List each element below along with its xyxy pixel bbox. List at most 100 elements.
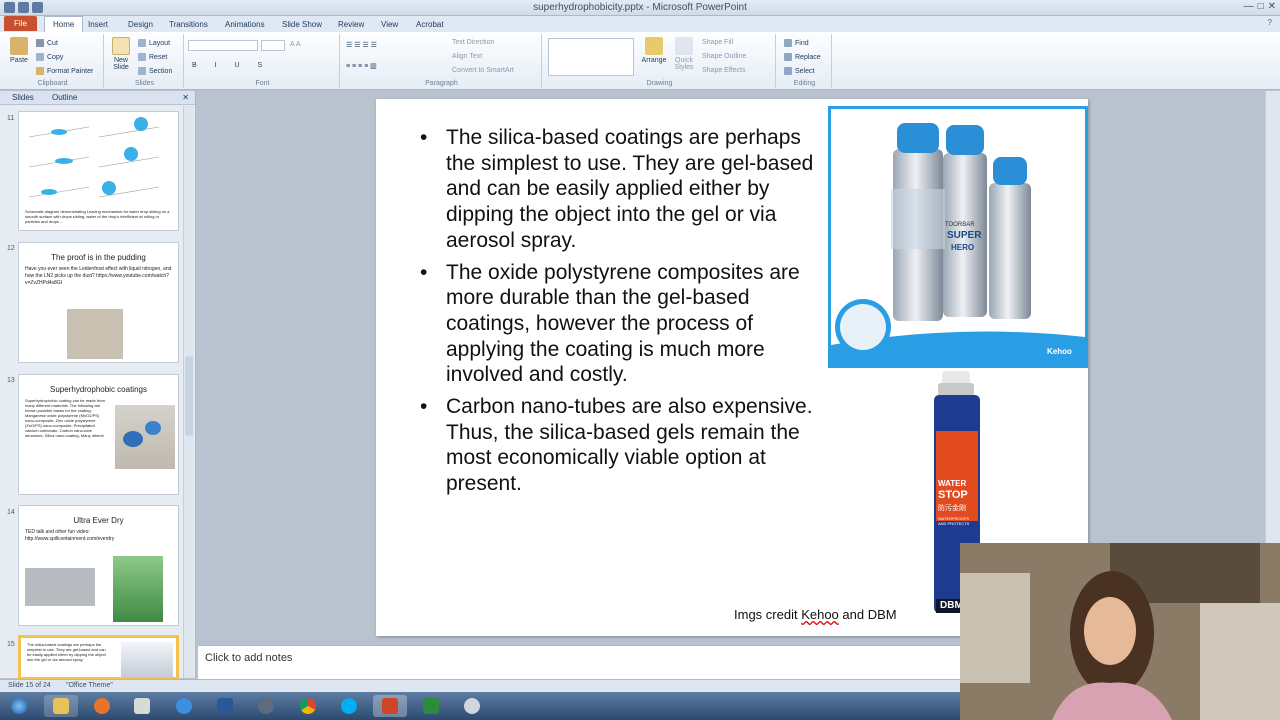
bullet-3: Carbon nano-tubes are also expensive. Th… bbox=[418, 394, 818, 497]
brush-icon bbox=[36, 67, 44, 75]
align-buttons[interactable]: ≡ ≡ ≡ ≡ ▥ bbox=[346, 62, 377, 70]
tab-slides[interactable]: Slides bbox=[12, 93, 34, 102]
tab-insert[interactable]: Insert bbox=[82, 18, 114, 31]
shape-effects-button[interactable]: Shape Effects bbox=[702, 67, 745, 74]
list-buttons[interactable]: ☰ ☰ ☰ ☰ bbox=[346, 41, 377, 49]
ribbon: Paste Cut Copy Format Painter Clipboard … bbox=[0, 32, 1280, 90]
reset-button[interactable]: Reset bbox=[138, 53, 167, 61]
paste-button[interactable]: Paste bbox=[6, 37, 32, 64]
taskbar-skype[interactable] bbox=[332, 695, 366, 717]
maximize-icon[interactable]: □ bbox=[1258, 1, 1264, 12]
scrollbar-thumb[interactable] bbox=[185, 356, 193, 436]
slide-thumbnail-13[interactable]: Superhydrophobic coatings Superhydrophob… bbox=[18, 374, 179, 495]
select-icon bbox=[784, 67, 792, 75]
arrange-icon bbox=[645, 37, 663, 55]
tab-slide-show[interactable]: Slide Show bbox=[276, 18, 328, 31]
copy-button[interactable]: Copy bbox=[36, 53, 63, 61]
tab-animations[interactable]: Animations bbox=[219, 18, 271, 31]
slide-number: 15 bbox=[7, 641, 15, 648]
taskbar-powerpoint[interactable] bbox=[373, 695, 407, 717]
tab-transitions[interactable]: Transitions bbox=[163, 18, 214, 31]
slide-number: 14 bbox=[7, 509, 15, 516]
taskbar-explorer[interactable] bbox=[44, 695, 78, 717]
slide-counter: Slide 15 of 24 bbox=[8, 682, 51, 689]
layout-button[interactable]: Layout bbox=[138, 39, 170, 47]
replace-icon bbox=[784, 53, 792, 61]
bullet-2: The oxide polystyrene composites are mor… bbox=[418, 260, 818, 389]
align-text-button[interactable]: Align Text bbox=[452, 53, 482, 60]
tab-file[interactable]: File bbox=[4, 16, 37, 31]
spray-cans-image[interactable]: TOORBAR SUPER HERO Kehoo bbox=[828, 106, 1088, 368]
slides-group: New Slide Layout Reset Section Slides bbox=[106, 34, 184, 88]
dust-photo bbox=[67, 309, 123, 359]
layout-icon bbox=[138, 39, 146, 47]
new-slide-icon bbox=[112, 37, 130, 55]
taskbar-recorder[interactable] bbox=[455, 695, 489, 717]
tab-view[interactable]: View bbox=[375, 18, 404, 31]
slide-11-caption: Schematic diagram demonstrating Leaving … bbox=[25, 209, 170, 224]
taskbar-firefox[interactable] bbox=[85, 695, 119, 717]
text-direction-button[interactable]: Text Direction bbox=[452, 39, 494, 46]
taskbar-media[interactable] bbox=[125, 695, 159, 717]
tab-outline[interactable]: Outline bbox=[52, 93, 77, 102]
editor-scrollbar[interactable] bbox=[1265, 91, 1280, 543]
start-button[interactable] bbox=[2, 695, 36, 717]
close-icon[interactable]: ✕ bbox=[1268, 1, 1276, 12]
window-title: superhydrophobicity.pptx - Microsoft Pow… bbox=[533, 2, 747, 13]
slides-pane: Slides Outline ✕ 11 Schematic diagram de… bbox=[0, 91, 196, 680]
can-label-brand: SUPER bbox=[947, 230, 982, 241]
font-format-buttons[interactable]: B I U S bbox=[192, 62, 270, 69]
close-pane-icon[interactable]: ✕ bbox=[182, 93, 189, 102]
taskbar-chrome[interactable] bbox=[291, 695, 325, 717]
select-button[interactable]: Select bbox=[784, 67, 814, 75]
font-size-select[interactable] bbox=[261, 40, 285, 51]
tab-home[interactable]: Home bbox=[44, 16, 84, 32]
font-size-buttons[interactable]: A A bbox=[290, 41, 301, 48]
image-credit: Imgs credit Kehoo and DBM bbox=[734, 607, 897, 622]
tab-design[interactable]: Design bbox=[122, 18, 159, 31]
help-icon[interactable]: ? bbox=[1268, 18, 1272, 27]
droplet-diagram bbox=[28, 117, 160, 198]
taskbar-ie[interactable] bbox=[167, 695, 201, 717]
windows-taskbar bbox=[0, 692, 960, 720]
bullet-list[interactable]: The silica-based coatings are perhaps th… bbox=[418, 125, 818, 503]
folder-icon bbox=[53, 698, 69, 714]
chrome-icon bbox=[300, 698, 316, 714]
scissors-icon bbox=[36, 39, 44, 47]
taskbar-green-app[interactable] bbox=[414, 695, 448, 717]
skype-icon bbox=[341, 698, 357, 714]
windows-start-icon bbox=[11, 698, 27, 714]
chinese-label: 防污金刚 bbox=[938, 505, 966, 512]
powerpoint-icon bbox=[382, 698, 398, 714]
media-player-icon bbox=[134, 698, 150, 714]
slide-thumbnail-14[interactable]: Ultra Ever Dry TED talk and other fun vi… bbox=[18, 505, 179, 626]
shapes-gallery[interactable] bbox=[548, 38, 634, 76]
slide-thumbnail-12[interactable]: The proof is in the pudding Have you eve… bbox=[18, 242, 179, 363]
arrange-button[interactable]: Arrange bbox=[640, 37, 668, 64]
presenter-video bbox=[960, 543, 1280, 720]
slides-pane-scrollbar[interactable] bbox=[183, 106, 194, 678]
ribbon-tabs: File Home Insert Design Transitions Anim… bbox=[0, 16, 1280, 32]
cut-button[interactable]: Cut bbox=[36, 39, 58, 47]
convert-smartart-button[interactable]: Convert to SmartArt bbox=[452, 67, 514, 74]
new-slide-button[interactable]: New Slide bbox=[108, 37, 134, 71]
shape-fill-button[interactable]: Shape Fill bbox=[702, 39, 733, 46]
shape-outline-button[interactable]: Shape Outline bbox=[702, 53, 746, 60]
window-controls: — □ ✕ bbox=[1244, 1, 1276, 12]
tab-review[interactable]: Review bbox=[332, 18, 370, 31]
tab-acrobat[interactable]: Acrobat bbox=[410, 18, 450, 31]
minimize-icon[interactable]: — bbox=[1244, 1, 1254, 12]
slide-thumbnail-11[interactable]: Schematic diagram demonstrating Leaving … bbox=[18, 111, 179, 231]
slide-thumbnail-15[interactable]: The silica-based coatings are perhaps th… bbox=[18, 635, 179, 680]
quick-styles-icon bbox=[675, 37, 693, 55]
taskbar-word[interactable] bbox=[208, 695, 242, 717]
taskbar-app[interactable] bbox=[249, 695, 283, 717]
stop-label: STOP bbox=[938, 489, 968, 501]
format-painter-button[interactable]: Format Painter bbox=[36, 67, 93, 75]
quick-styles-button[interactable]: Quick Styles bbox=[672, 37, 696, 71]
find-button[interactable]: Find bbox=[784, 39, 809, 47]
section-button[interactable]: Section bbox=[138, 67, 172, 75]
font-family-select[interactable] bbox=[188, 40, 258, 51]
notes-pane[interactable]: Click to add notes bbox=[198, 645, 960, 679]
replace-button[interactable]: Replace bbox=[784, 53, 821, 61]
